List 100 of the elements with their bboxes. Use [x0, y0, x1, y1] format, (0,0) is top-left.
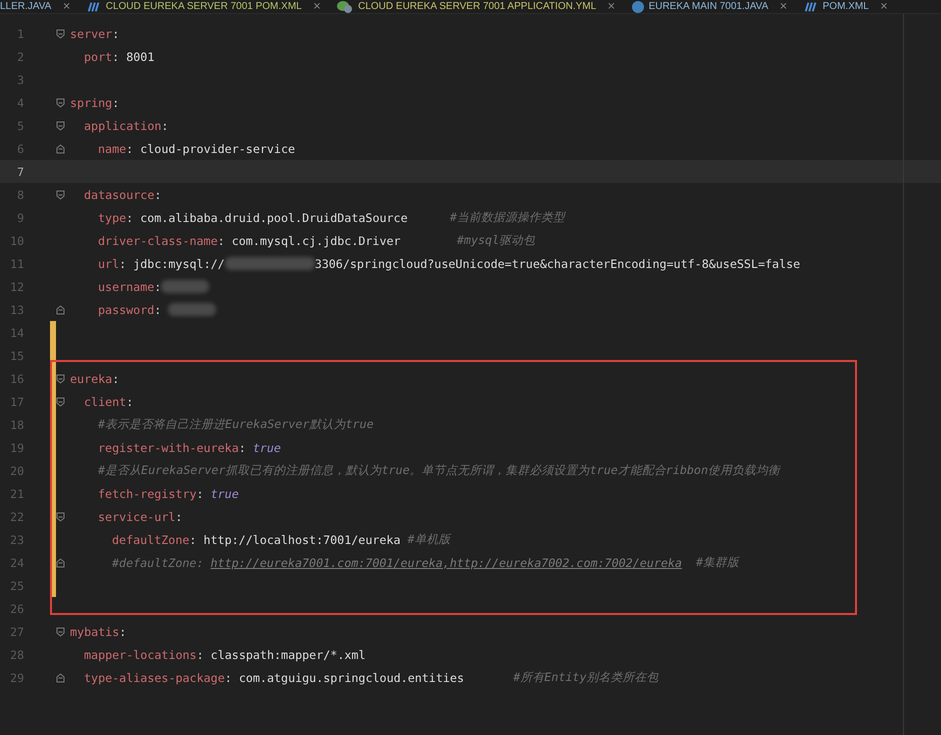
- line-number: 9: [16, 210, 24, 224]
- fold-icon[interactable]: [56, 98, 65, 108]
- code-token: defaultZone: [112, 532, 190, 546]
- code-token: :: [119, 256, 128, 270]
- line-number: 12: [9, 280, 24, 294]
- line-number: 25: [9, 578, 24, 592]
- fold-icon[interactable]: [56, 626, 65, 636]
- code-token: :: [126, 142, 134, 156]
- code-token: :: [196, 486, 205, 500]
- code-token: type: [98, 210, 126, 224]
- line-number: 7: [16, 164, 24, 178]
- fold-end-icon[interactable]: [56, 558, 65, 568]
- close-icon[interactable]: ×: [880, 0, 888, 12]
- code-link[interactable]: http://eureka7001.com:7001/eureka,http://eureka7002.com:7002/eureka: [210, 556, 682, 570]
- line-number: 21: [9, 486, 24, 500]
- blurred-block: [168, 303, 216, 316]
- code-token: fetch-registry: [98, 486, 197, 500]
- fold-icon[interactable]: [56, 190, 65, 200]
- code-token: :: [161, 118, 168, 132]
- code-token: cloud-provider-service: [140, 142, 296, 156]
- code-token: :: [175, 510, 182, 524]
- code-comment: #是否从EurekaServer抓取已有的注册信息，默认为true。单节点无所谓，集群必须设置为true才能配合ribbon使用负载均衡: [98, 463, 780, 478]
- line-number: 24: [9, 556, 24, 570]
- fold-end-icon[interactable]: [56, 304, 65, 314]
- line-number: 6: [16, 142, 24, 156]
- code-token: mapper-locations: [84, 648, 197, 662]
- line-number: 13: [9, 302, 24, 316]
- code-token: driver-class-name: [98, 234, 218, 248]
- line-number: 16: [9, 372, 24, 386]
- code-token: :: [112, 26, 120, 40]
- line-number: 23: [9, 532, 24, 546]
- code-comment: #当前数据源操作类型: [448, 210, 565, 225]
- code-token: :: [189, 532, 198, 546]
- line-number: 20: [9, 464, 24, 478]
- code-token: :: [154, 280, 162, 294]
- code-token: :: [224, 670, 233, 684]
- close-icon[interactable]: ×: [779, 0, 788, 12]
- code-token: :: [154, 302, 162, 316]
- line-number: 29: [9, 670, 24, 684]
- code-token: :: [126, 394, 134, 408]
- fold-end-icon[interactable]: [56, 144, 65, 154]
- code-token: :: [218, 234, 226, 248]
- code-token: client: [84, 394, 126, 408]
- line-number: 4: [16, 96, 24, 110]
- code-token: :: [154, 188, 162, 202]
- line-number: 2: [16, 50, 24, 64]
- code-comment: #集群版: [695, 555, 740, 570]
- editor-tab[interactable]: CLOUD EUREKA SERVER 7001 POM.XML ×: [78, 0, 330, 13]
- code-token: service-url: [98, 510, 176, 524]
- line-number: 8: [16, 188, 24, 202]
- close-icon[interactable]: ×: [312, 0, 322, 12]
- fold-icon[interactable]: [56, 512, 65, 522]
- line-number: 17: [9, 394, 24, 408]
- code-token: true: [252, 440, 281, 454]
- code-token: :: [112, 372, 120, 386]
- code-token: jdbc:mysql://: [133, 256, 225, 270]
- editor-tab[interactable]: EUREKA MAIN 7001.JAVA ×: [624, 0, 796, 13]
- code-token: true: [210, 486, 239, 500]
- line-number: 28: [9, 648, 24, 662]
- fold-icon[interactable]: [56, 374, 65, 384]
- editor-tab[interactable]: LLER.JAVA ×: [0, 0, 79, 13]
- code-token: :: [196, 648, 205, 662]
- code-token: spring: [70, 96, 112, 110]
- code-token: http://localhost:7001/eureka: [203, 532, 401, 546]
- leaf-gear-icon: [337, 0, 354, 12]
- code-token: mybatis: [70, 624, 120, 638]
- line-number: 19: [9, 440, 24, 454]
- close-icon[interactable]: ×: [62, 0, 71, 12]
- code-token: :: [238, 440, 247, 454]
- circle-icon: [632, 0, 644, 12]
- code-token: server: [70, 26, 112, 40]
- fold-icon[interactable]: [56, 120, 65, 130]
- code-token: datasource: [84, 188, 154, 202]
- editor-tab[interactable]: CLOUD EUREKA SERVER 7001 APPLICATION.YML ×: [329, 0, 624, 13]
- code-token: 3306/springcloud?useUnicode=true&characterEncoding=utf-8&useSSL=false: [314, 256, 800, 270]
- line-number: 15: [9, 348, 24, 362]
- code-token: com.alibaba.druid.pool.DruidDataSource: [140, 210, 408, 224]
- line-number: 18: [9, 418, 24, 432]
- line-number: 3: [16, 72, 24, 86]
- code-token: type-aliases-package: [84, 670, 225, 684]
- blurred-block: [161, 280, 210, 293]
- slash-lines-icon: [86, 2, 101, 12]
- code-token: eureka: [70, 372, 112, 386]
- code-comment: #表示是否将自己注册进EurekaServer默认为true: [98, 417, 374, 432]
- line-number: 27: [9, 624, 24, 638]
- line-number: 11: [9, 256, 24, 270]
- fold-icon[interactable]: [56, 28, 65, 38]
- code-token: classpath:mapper/*.xml: [210, 648, 366, 662]
- code-token: name: [98, 142, 126, 156]
- code-token: :: [126, 210, 134, 224]
- code-token: :: [112, 50, 120, 64]
- close-icon[interactable]: ×: [607, 0, 616, 12]
- fold-icon[interactable]: [56, 396, 65, 406]
- fold-end-icon[interactable]: [56, 672, 65, 682]
- editor-tab[interactable]: POM.XML ×: [796, 0, 896, 13]
- code-token: 8001: [126, 50, 154, 64]
- slash-lines-icon: [804, 2, 818, 12]
- line-number: 22: [9, 510, 24, 524]
- code-token: :: [119, 624, 126, 638]
- code-token: password: [98, 302, 154, 316]
